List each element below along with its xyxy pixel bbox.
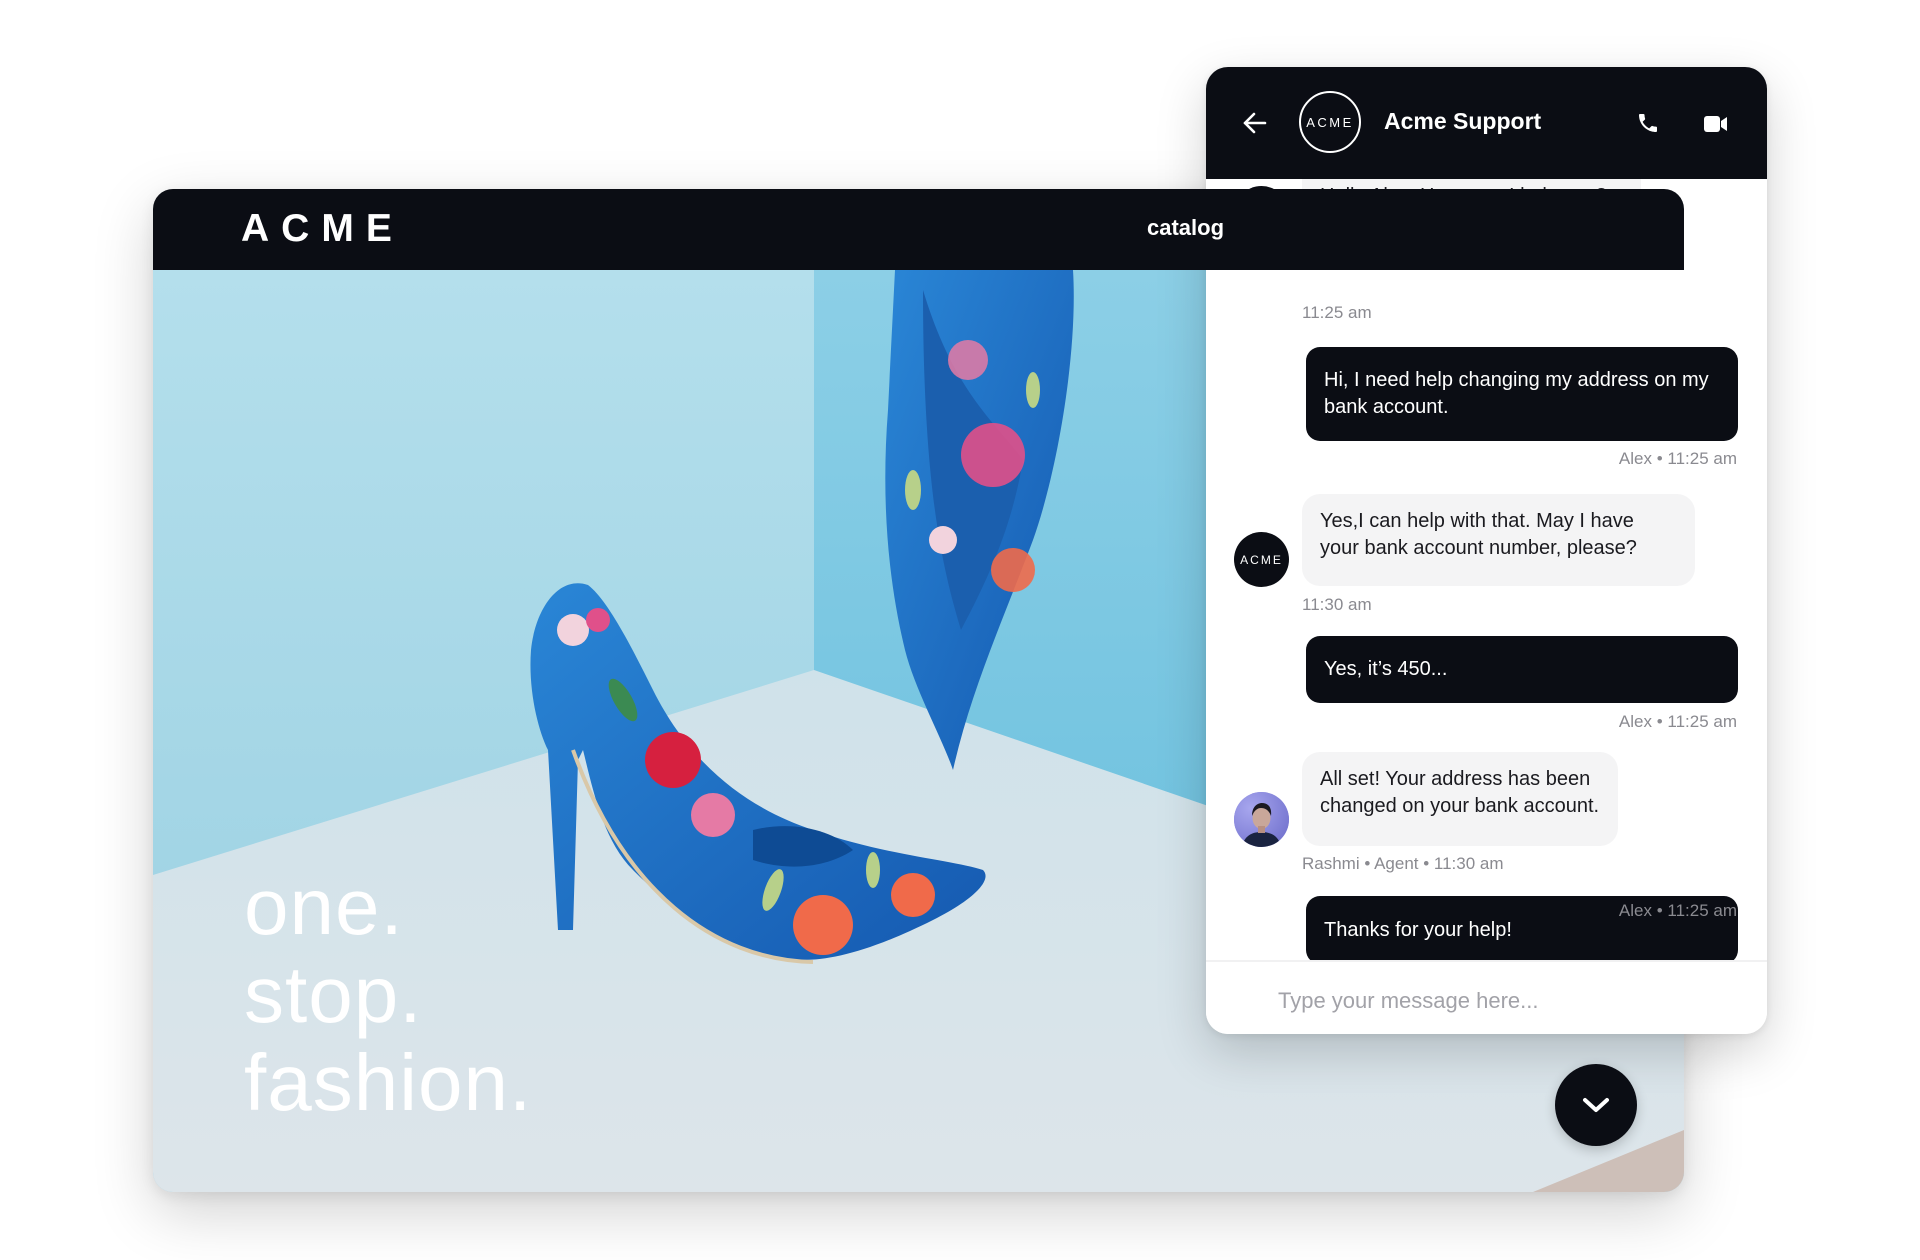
message-meta: 11:30 am: [1302, 595, 1372, 614]
tagline-line: stop.: [244, 950, 423, 1039]
site-logo[interactable]: ACME: [241, 207, 404, 251]
chat-brand-logo: ACME: [1299, 91, 1361, 153]
message-meta: Alex • 11:25 am: [1618, 449, 1737, 468]
agent-avatar: ACME: [1234, 532, 1289, 587]
chat-header: ACME Acme Support: [1206, 67, 1767, 179]
hero-tagline: one. stop. fashion.: [244, 863, 532, 1127]
message-meta: Alex • 11:25 am: [1618, 712, 1737, 731]
nav-link-catalog[interactable]: catalog: [1147, 215, 1224, 241]
message-list[interactable]: ACME Hello Alex, How may I help you? 11:…: [1206, 179, 1767, 960]
video-icon[interactable]: [1704, 115, 1728, 133]
message-bubble-incoming: Yes,I can help with that. May I have you…: [1302, 494, 1695, 586]
message-text: Hi, I need help changing my address on m…: [1324, 369, 1709, 418]
site-navbar: ACME catalog: [153, 189, 1684, 270]
person-photo-icon: [1234, 792, 1289, 847]
arrow-left-icon[interactable]: [1242, 110, 1268, 136]
message-composer: [1206, 960, 1767, 1034]
message-meta: Alex • 11:25 am: [1618, 901, 1737, 920]
chat-toggle-button[interactable]: [1555, 1064, 1637, 1146]
message-text: Thanks for your help!: [1324, 918, 1512, 941]
agent-photo-avatar: [1234, 792, 1289, 847]
phone-icon[interactable]: [1636, 111, 1660, 135]
message-text: Yes, it’s 450...: [1324, 658, 1448, 680]
message-input[interactable]: [1276, 982, 1720, 1020]
message-bubble-outgoing: Hi, I need help changing my address on m…: [1306, 347, 1738, 441]
message-bubble-incoming: All set! Your address has been changed o…: [1302, 752, 1618, 846]
chat-title: Acme Support: [1384, 108, 1542, 134]
message-bubble-outgoing: Yes, it’s 450...: [1306, 636, 1738, 703]
message-meta: Rashmi • Agent • 11:30 am: [1302, 854, 1504, 873]
tagline-line: one.: [244, 862, 404, 951]
tagline-line: fashion.: [244, 1038, 533, 1127]
message-meta: 11:25 am: [1302, 303, 1372, 322]
chevron-down-icon: [1583, 1098, 1609, 1112]
